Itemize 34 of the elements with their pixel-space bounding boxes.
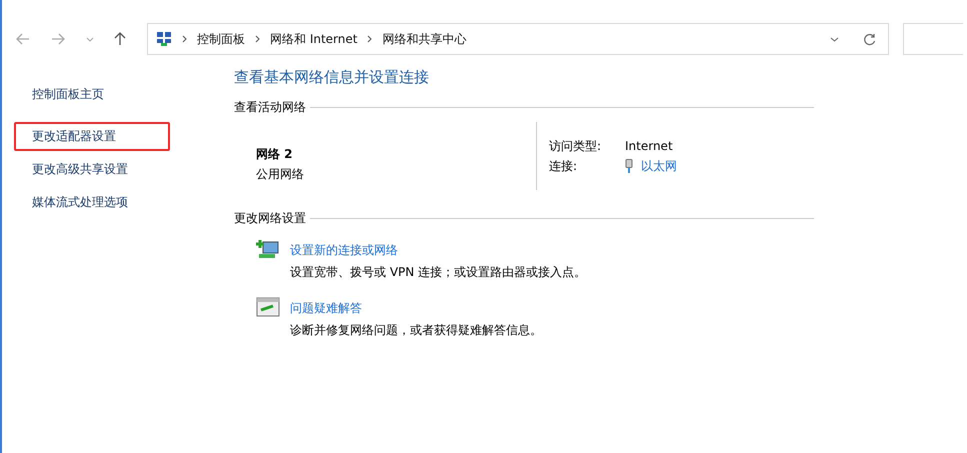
breadcrumb-item[interactable]: 网络和 Internet — [270, 30, 358, 48]
chevron-right-icon — [367, 35, 372, 43]
chevron-down-icon[interactable] — [830, 36, 839, 42]
sidebar-link[interactable]: 控制面板主页 — [14, 80, 170, 109]
chevron-right-icon — [255, 35, 260, 43]
section-heading: 更改网络设置 — [234, 210, 306, 227]
search-field[interactable] — [903, 23, 963, 55]
refresh-icon[interactable] — [863, 32, 876, 46]
connection-label: 连接: — [549, 158, 578, 175]
network-category: 公用网络 — [256, 166, 305, 183]
page-title: 查看基本网络信息并设置连接 — [234, 68, 430, 87]
sidebar-link[interactable]: 更改高级共享设置 — [14, 155, 170, 184]
task-link[interactable]: 问题疑难解答 — [290, 301, 362, 315]
section-heading: 查看活动网络 — [234, 99, 306, 116]
task-description: 诊断并修复网络问题，或者获得疑难解答信息。 — [290, 322, 542, 339]
breadcrumb-item[interactable]: 控制面板 — [197, 30, 245, 48]
troubleshoot-window-icon — [256, 297, 280, 317]
back-arrow-icon[interactable] — [16, 33, 30, 45]
network-computer-plus-icon — [256, 239, 280, 261]
ethernet-plug-icon — [625, 159, 633, 173]
forward-arrow-icon[interactable] — [51, 33, 65, 45]
breadcrumb-item[interactable]: 网络和共享中心 — [382, 30, 466, 48]
address-bar[interactable]: 控制面板 网络和 Internet 网络和共享中心 — [147, 23, 889, 55]
sidebar-link[interactable]: 更改适配器设置 — [14, 122, 170, 151]
access-type-label: 访问类型: — [549, 138, 602, 155]
sidebar-link[interactable]: 媒体流式处理选项 — [14, 188, 170, 217]
up-arrow-icon[interactable] — [114, 32, 126, 46]
task-description: 设置宽带、拨号或 VPN 连接；或设置路由器或接入点。 — [290, 264, 586, 281]
chevron-right-icon — [182, 35, 187, 43]
network-grid-icon — [156, 31, 172, 47]
network-name: 网络 2 — [256, 146, 294, 163]
ethernet-link[interactable]: 以太网 — [641, 156, 677, 176]
access-type-value: Internet — [625, 138, 673, 155]
task-link[interactable]: 设置新的连接或网络 — [290, 243, 398, 257]
